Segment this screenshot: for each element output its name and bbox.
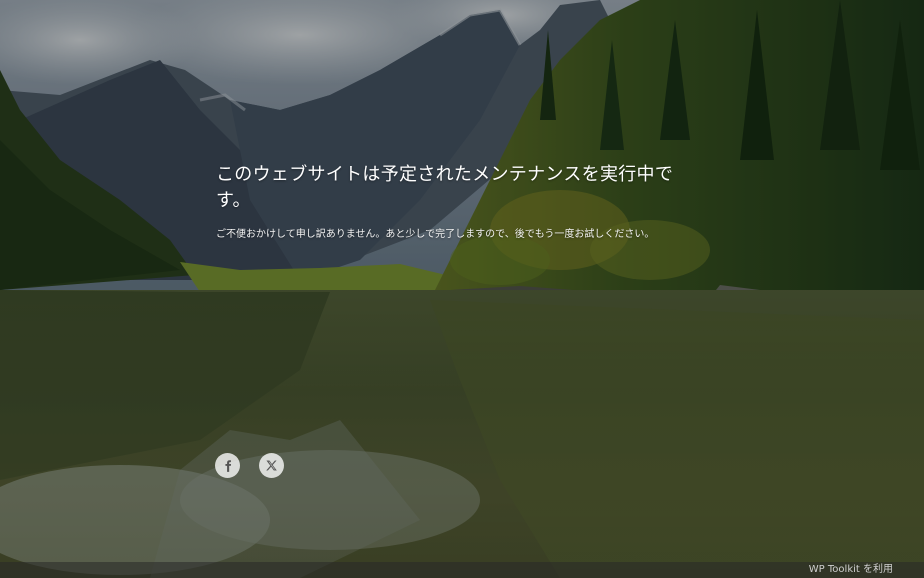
background-overlay bbox=[0, 0, 924, 578]
maintenance-message: このウェブサイトは予定されたメンテナンスを実行中です。 ご不便おかけして申し訳あ… bbox=[216, 162, 696, 242]
social-links bbox=[215, 453, 284, 478]
maintenance-subtext: ご不便おかけして申し訳ありません。あと少しで完了しますので、後でもう一度お試しく… bbox=[216, 229, 655, 240]
maintenance-headline: このウェブサイトは予定されたメンテナンスを実行中です。 bbox=[216, 164, 674, 211]
maintenance-page: このウェブサイトは予定されたメンテナンスを実行中です。 ご不便おかけして申し訳あ… bbox=[0, 0, 924, 578]
x-icon bbox=[266, 460, 277, 471]
facebook-icon bbox=[224, 459, 231, 472]
footer-bar: WP Toolkit を利用 bbox=[0, 562, 924, 578]
facebook-button[interactable] bbox=[215, 453, 240, 478]
x-button[interactable] bbox=[259, 453, 284, 478]
wp-toolkit-link[interactable]: WP Toolkit を利用 bbox=[809, 563, 893, 577]
